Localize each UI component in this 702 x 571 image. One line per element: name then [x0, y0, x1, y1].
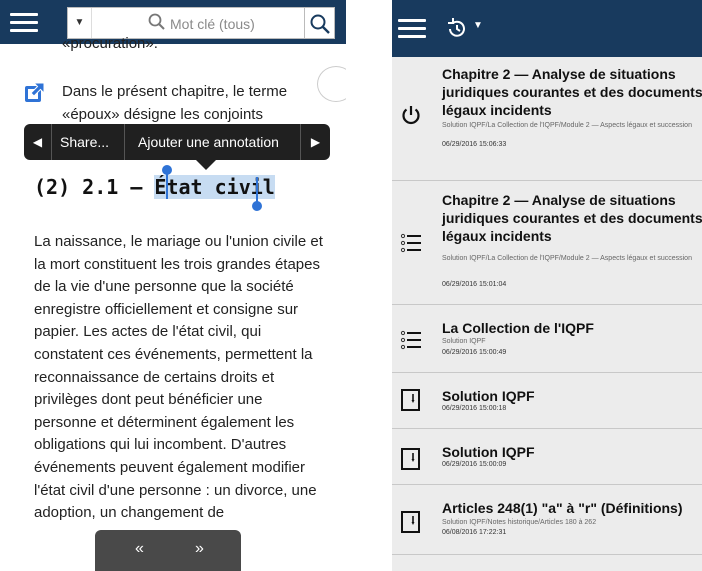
document-view: ▼ Mot clé (tous) «procuration». Dans le … — [0, 0, 346, 571]
history-item-date: 06/29/2016 15:01:04 — [442, 281, 507, 288]
history-dropdown-icon[interactable]: ▼ — [473, 20, 483, 31]
top-toolbar: ▼ Mot clé (tous) — [0, 0, 346, 44]
selection-end-handle[interactable] — [252, 201, 262, 211]
selection-end-line — [256, 177, 258, 203]
history-item[interactable]: Articles 248(1) "a" à "r" (Définitions) S… — [392, 485, 702, 555]
history-item[interactable]: Solution IQPF 06/29/2016 15:00:18 — [392, 373, 702, 429]
document-content: «procuration». Dans le présent chapitre,… — [0, 35, 346, 571]
history-item-date: 06/29/2016 15:06:33 — [442, 141, 507, 148]
next-page-icon[interactable]: » — [195, 540, 204, 558]
search-placeholder[interactable]: Mot clé (tous) — [170, 16, 255, 32]
history-item-title: Articles 248(1) "a" à "r" (Définitions) — [442, 500, 683, 516]
history-item-title: La Collection de l'IQPF — [442, 320, 594, 336]
history-item-title: Solution IQPF — [442, 444, 535, 460]
history-item-date: 06/29/2016 15:00:09 — [442, 461, 507, 468]
page-navigation: « » — [95, 530, 241, 571]
book-icon — [400, 511, 422, 533]
heading-prefix: (2) 2.1 — — [34, 175, 143, 199]
power-icon — [400, 104, 422, 126]
menu-prev-arrow-icon[interactable]: ◀ — [24, 124, 52, 160]
menu-divider — [124, 124, 125, 160]
history-item[interactable]: La Collection de l'IQPF Solution IQPF 06/2… — [392, 305, 702, 373]
search-button[interactable] — [305, 7, 335, 39]
add-annotation-button[interactable]: Ajouter une annotation — [138, 134, 279, 150]
menu-icon[interactable] — [398, 19, 426, 39]
search-icon — [148, 13, 165, 30]
scope-dropdown-icon[interactable]: ▼ — [68, 8, 92, 38]
history-item-title: Chapitre 2 — Analyse de situations jurid… — [442, 66, 702, 118]
history-item[interactable]: Chapitre 2 — Analyse de situations jurid… — [392, 181, 702, 305]
history-item-date: 06/08/2016 17:22:31 — [442, 529, 507, 536]
history-item[interactable]: Solution IQPF 06/29/2016 15:00:09 — [392, 429, 702, 485]
history-icon[interactable] — [446, 18, 468, 40]
context-menu: ◀ Share... Ajouter une annotation ▶ — [24, 124, 330, 160]
history-item-title: Chapitre 2 — Analyse de situations jurid… — [442, 192, 702, 244]
book-icon — [400, 389, 422, 411]
panel-gap — [346, 0, 392, 571]
external-link-icon[interactable] — [24, 81, 46, 103]
history-item-path: Solution IQPF — [442, 338, 486, 345]
book-icon — [400, 448, 422, 470]
search-icon — [310, 14, 330, 34]
selection-start-line — [166, 173, 168, 199]
list-icon — [400, 232, 422, 254]
clipped-text: «procuration». — [62, 35, 158, 52]
history-item-date: 06/29/2016 15:00:49 — [442, 349, 507, 356]
menu-icon[interactable] — [10, 13, 38, 33]
list-icon — [400, 329, 422, 351]
body-paragraph: La naissance, le mariage ou l'union civi… — [34, 233, 323, 522]
previous-page-icon[interactable]: « — [135, 540, 144, 558]
history-item-path: Solution IQPF/La Collection de l'IQPF/Mo… — [442, 255, 692, 262]
history-item-path: Solution IQPF/Notes historique/Articles … — [442, 519, 597, 526]
history-panel: ▼ Chapitre 2 — Analyse de situations jur… — [392, 0, 702, 571]
section-heading: (2) 2.1 — État civil — [34, 175, 275, 199]
history-item-path: Solution IQPF/La Collection de l'IQPF/Mo… — [442, 122, 692, 129]
history-toolbar: ▼ — [392, 0, 702, 57]
intro-paragraph: Dans le présent chapitre, le terme «épou… — [62, 83, 288, 123]
share-button[interactable]: Share... — [60, 134, 109, 150]
menu-next-arrow-icon[interactable]: ▶ — [301, 124, 330, 160]
history-item[interactable]: Chapitre 2 — Analyse de situations jurid… — [392, 57, 702, 181]
history-item-title: Solution IQPF — [442, 388, 535, 404]
menu-pointer — [196, 160, 216, 170]
history-item-date: 06/29/2016 15:00:18 — [442, 405, 507, 412]
